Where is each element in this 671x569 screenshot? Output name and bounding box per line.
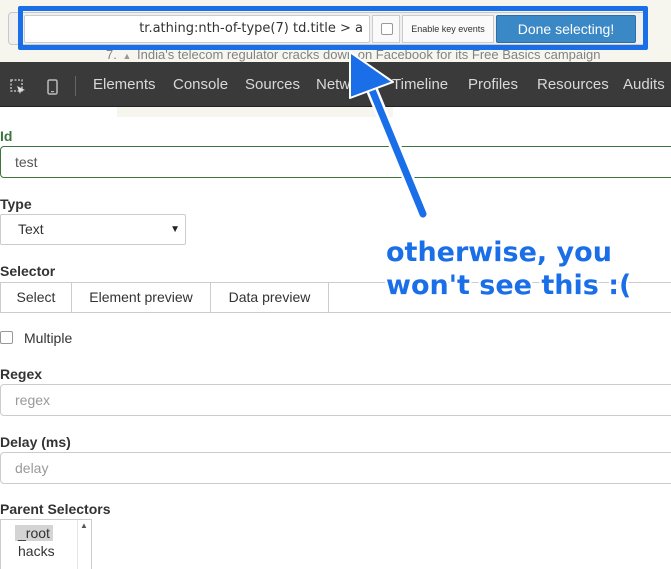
- annotation-text: otherwise, you won't see this :(: [386, 237, 632, 301]
